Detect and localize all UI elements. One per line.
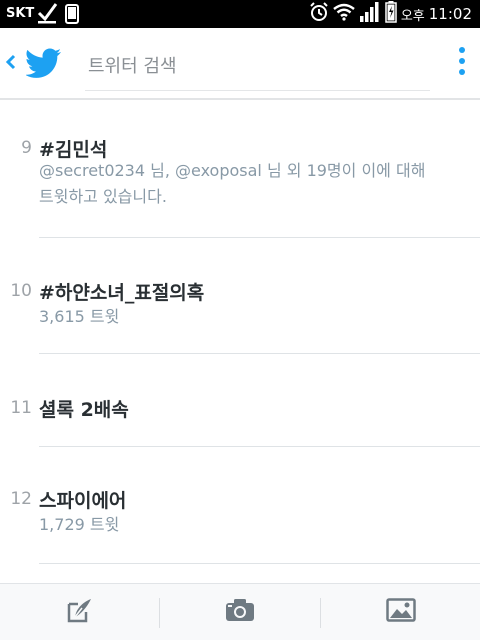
checkmark-icon (36, 2, 58, 28)
search-placeholder: 트위터 검색 (88, 56, 177, 77)
trend-rank: 10 (10, 281, 32, 301)
trend-name[interactable]: 스파이에어 (39, 486, 126, 513)
camera-icon (225, 598, 255, 626)
search-input[interactable]: 트위터 검색 (85, 42, 430, 91)
divider (39, 353, 480, 354)
compose-tweet-button[interactable] (0, 584, 159, 640)
status-bar: SKT 오후 11:02 (0, 0, 480, 28)
trend-tweet-count: 3,615 트윗 (39, 307, 120, 326)
trend-rank: 11 (10, 398, 32, 418)
wifi-icon (333, 3, 355, 25)
trend-description: @secret0234 님, @exoposal 님 외 19명이 이에 대해 … (39, 161, 426, 206)
compose-icon (66, 596, 94, 628)
list-item[interactable]: 10 #하얀소녀_표절의혹 3,615 트윗 (0, 240, 480, 356)
signal-icon (359, 2, 381, 26)
search-app-bar: 트위터 검색 (0, 28, 480, 100)
alarm-icon (309, 2, 329, 26)
divider (39, 446, 480, 447)
divider (39, 563, 480, 564)
trend-name[interactable]: #하얀소녀_표절의혹 (39, 278, 204, 305)
trend-name[interactable]: 셜록 2배속 (39, 395, 129, 422)
list-item[interactable]: 9 #김민석 @secret0234 님, @exoposal 님 외 19명이… (0, 100, 480, 240)
twitter-bird-icon[interactable] (25, 48, 62, 82)
bottom-toolbar (0, 583, 480, 640)
divider (39, 237, 480, 238)
battery-icon (385, 1, 397, 27)
trend-tweet-count: 1,729 트윗 (39, 515, 120, 534)
image-icon (385, 598, 416, 626)
trend-rank: 9 (21, 138, 32, 158)
back-chevron-icon[interactable] (4, 50, 18, 78)
gallery-button[interactable] (321, 584, 480, 640)
carrier-label: SKT (6, 6, 35, 21)
phone-icon (65, 4, 79, 28)
overflow-menu-icon[interactable] (458, 46, 466, 80)
camera-button[interactable] (160, 584, 319, 640)
clock-time: 11:02 (428, 5, 472, 23)
list-item[interactable]: 11 셜록 2배속 (0, 356, 480, 448)
list-item[interactable]: 12 스파이에어 1,729 트윗 (0, 448, 480, 566)
trend-rank: 12 (10, 489, 32, 509)
ampm-label: 오후 (400, 8, 425, 24)
